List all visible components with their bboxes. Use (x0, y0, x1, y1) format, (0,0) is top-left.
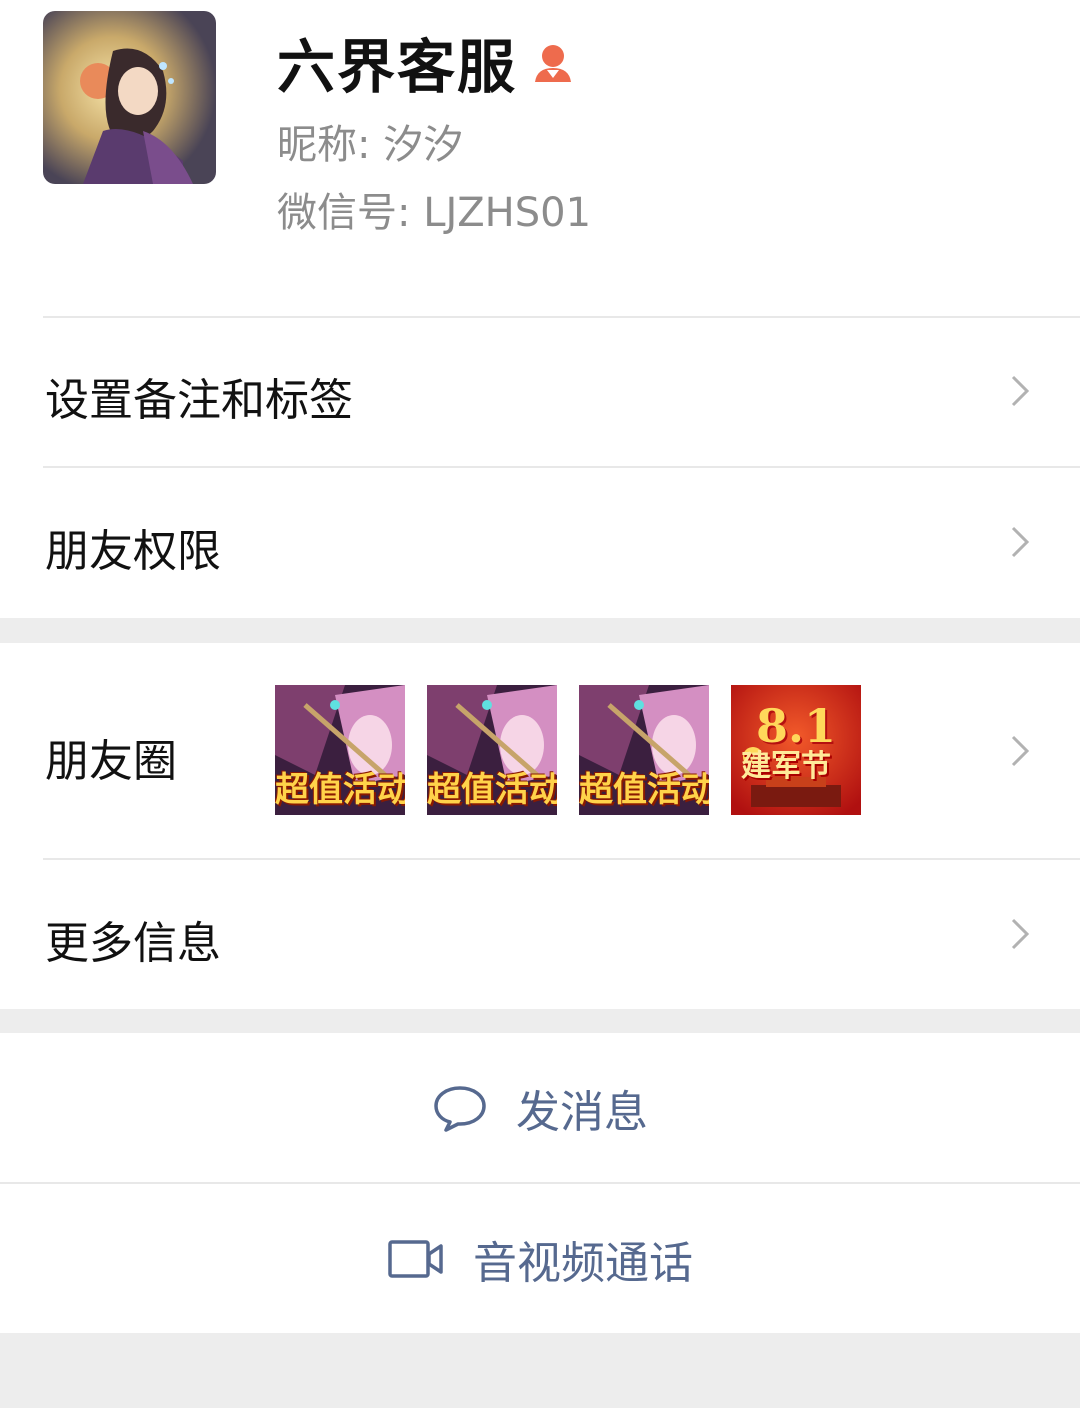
info-group: 朋友圈 超值活动 超值活动 超值活动 8.1 建军节 更多信息 (0, 643, 1080, 1009)
moments-thumbnail: 超值活动 (275, 685, 405, 815)
chevron-right-icon (1011, 918, 1030, 950)
moments-thumbnail: 超值活动 (427, 685, 557, 815)
contact-name: 六界客服 (277, 33, 518, 101)
moments-thumbnail: 超值活动 (579, 685, 709, 815)
video-camera-icon (388, 1239, 443, 1278)
thumbnail-caption: 超值活动 (427, 770, 557, 810)
moments-thumbnail: 8.1 建军节 (731, 685, 861, 815)
send-message-button[interactable]: 发消息 (0, 1033, 1080, 1183)
profile-header: 六界客服 昵称: 汐汐 微信号: LJZHS01 (0, 0, 1080, 316)
female-person-icon (535, 45, 572, 82)
more-info-row[interactable]: 更多信息 (0, 859, 1080, 1009)
friend-permissions-label: 朋友权限 (45, 526, 221, 577)
chevron-right-icon (1011, 375, 1030, 407)
send-message-label: 发消息 (516, 1087, 648, 1138)
video-call-button[interactable]: 音视频通话 (0, 1184, 1080, 1333)
video-call-label: 音视频通话 (473, 1237, 693, 1289)
wechat-id: 微信号: LJZHS01 (277, 190, 592, 236)
thumbnail-subtitle: 建军节 (741, 749, 831, 784)
remark-tags-row[interactable]: 设置备注和标签 (0, 316, 1080, 466)
chevron-right-icon (1011, 526, 1030, 558)
chat-bubble-icon (434, 1086, 486, 1132)
friend-permissions-row[interactable]: 朋友权限 (0, 467, 1080, 618)
remark-tags-label: 设置备注和标签 (45, 375, 353, 426)
chevron-right-icon (1011, 735, 1030, 767)
moments-row[interactable]: 朋友圈 超值活动 超值活动 超值活动 8.1 建军节 (0, 643, 1080, 858)
moments-label: 朋友圈 (45, 736, 177, 787)
thumbnail-caption: 超值活动 (579, 770, 709, 810)
avatar[interactable] (43, 11, 216, 184)
settings-group: 设置备注和标签 朋友权限 (0, 316, 1080, 618)
more-info-label: 更多信息 (45, 918, 221, 969)
nickname: 昵称: 汐汐 (277, 122, 464, 168)
thumbnail-caption: 超值活动 (275, 770, 405, 810)
moments-thumbnails: 超值活动 超值活动 超值活动 8.1 建军节 (275, 685, 861, 815)
